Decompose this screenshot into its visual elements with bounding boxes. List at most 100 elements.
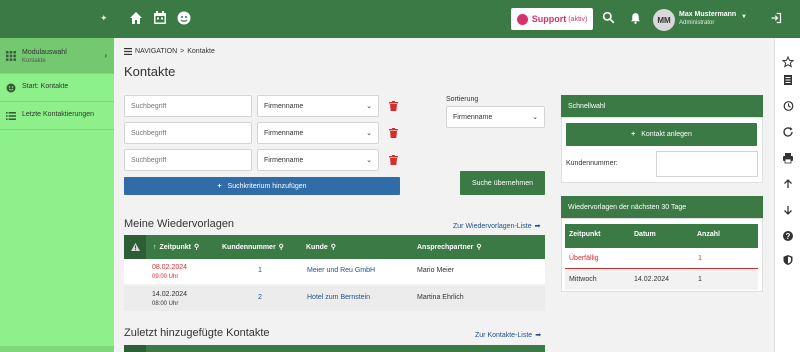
logout-icon[interactable] (770, 12, 782, 24)
zuletzt-warning-column (124, 345, 146, 352)
support-button[interactable]: Support (aktiv) (511, 8, 593, 30)
row-kunde[interactable]: Hotel zum Bernstein (307, 294, 370, 301)
column-kundennummer[interactable]: Kundennummer ⚲ (222, 235, 284, 259)
kundennummer-input[interactable] (656, 151, 758, 177)
row-ansprechpartner: Martina Ehrlich (417, 294, 464, 301)
field-select-value: Firmenname (264, 156, 304, 164)
table-row[interactable]: Mittwoch 14.02.2024 1 (565, 269, 758, 290)
search-icon: ⚲ (330, 244, 336, 251)
support-icon (516, 13, 528, 25)
search-input[interactable] (124, 95, 252, 117)
support-label: Support (531, 14, 567, 24)
document-icon[interactable] (782, 74, 794, 86)
refresh-icon[interactable] (782, 126, 794, 138)
pin-icon[interactable]: ✦ (100, 13, 108, 24)
sort-select[interactable]: Firmenname ⌄ (446, 106, 545, 128)
sidebar-item-modulauswahl[interactable]: Modulauswahl Kontakte › (0, 38, 114, 74)
row-time: 08:00 Uhr (152, 301, 179, 307)
arrow-up-icon[interactable] (782, 178, 794, 190)
column-kunde-label: Kunde (306, 243, 328, 251)
field-select[interactable]: Firmenname ⌄ (257, 149, 379, 171)
star-icon[interactable] (782, 56, 794, 68)
history-icon[interactable] (782, 100, 794, 112)
sidebar-item-letzte-kontaktierungen[interactable]: Letzte Kontaktierungen (0, 102, 114, 130)
add-criterion-button[interactable]: + Suchkriterium hinzufügen (124, 177, 400, 195)
chevron-right-icon: › (104, 51, 107, 60)
smiley-icon[interactable] (176, 10, 192, 26)
wv30-row-zeitpunkt: Mittwoch (569, 276, 597, 283)
column-kunde[interactable]: Kunde ⚲ (306, 235, 336, 259)
user-role: Administrator (679, 20, 715, 26)
plus-icon: + (217, 182, 222, 190)
plus-icon: + (631, 131, 636, 138)
search-input[interactable] (124, 149, 252, 171)
arrow-right-icon: ➡ (535, 332, 542, 339)
wiedervorlagen-title: Meine Wiedervorlagen (124, 218, 235, 230)
row-kunde[interactable]: Meier und Reu GmbH (307, 267, 375, 274)
print-icon[interactable] (782, 152, 794, 164)
kontakte-list-link-label: Zur Kontakte-Liste (475, 331, 533, 339)
wv30-col-datum: Datum (634, 231, 656, 238)
right-toolbar: ? (774, 38, 800, 352)
sidebar-module-sub: Kontakte (22, 58, 46, 64)
sidebar-footer (0, 346, 114, 352)
avatar[interactable]: MM (653, 9, 675, 31)
wv30-header: Wiedervorlagen der nächsten 30 Tage (561, 196, 763, 218)
calendar-icon[interactable] (152, 10, 168, 26)
column-kundennummer-label: Kundennummer (222, 243, 276, 251)
row-ansprechpartner: Mario Meier (417, 267, 454, 274)
delete-icon[interactable] (389, 101, 398, 111)
support-status: (aktiv) (568, 15, 588, 23)
arrow-down-icon[interactable] (782, 204, 794, 216)
delete-icon[interactable] (389, 128, 398, 138)
create-contact-button[interactable]: + Kontakt anlegen (566, 123, 757, 146)
row-kundennummer[interactable]: 2 (258, 294, 262, 301)
sort-up-icon: ↑ (153, 243, 157, 251)
home-icon[interactable] (128, 10, 144, 26)
top-bar: ✦ Support (aktiv) MM Max Mustermann Admi… (0, 0, 800, 38)
search-icon: ⚲ (194, 244, 200, 251)
table-row[interactable]: 14.02.2024 08:00 Uhr 2 Hotel zum Bernste… (124, 286, 545, 311)
page-title: Kontakte (124, 64, 176, 79)
create-contact-label: Kontakt anlegen (641, 131, 692, 138)
wv30-row-zeitpunkt: Überfällig (569, 255, 599, 262)
bell-icon[interactable] (629, 11, 642, 25)
breadcrumb-navigation[interactable]: NAVIGATION (135, 48, 177, 55)
wiedervorlagen-link[interactable]: Zur Wiedervorlagen-Liste ➡ (453, 222, 541, 231)
schnellwahl-header: Schnellwahl (561, 95, 763, 117)
table-row[interactable]: Überfällig 1 (565, 248, 758, 269)
shield-icon[interactable] (782, 254, 794, 266)
menu-icon[interactable] (124, 48, 132, 55)
user-menu-caret-icon[interactable]: ▼ (741, 14, 747, 20)
field-select-value: Firmenname (264, 102, 304, 110)
apply-search-button[interactable]: Suche übernehmen (460, 171, 545, 195)
grid-icon (6, 51, 16, 61)
search-icon: ⚲ (476, 244, 482, 251)
user-name[interactable]: Max Mustermann (679, 11, 736, 18)
warning-column (124, 235, 146, 259)
field-select[interactable]: Firmenname ⌄ (257, 122, 379, 144)
field-select[interactable]: Firmenname ⌄ (257, 95, 379, 117)
sort-select-value: Firmenname (453, 113, 493, 121)
wv30-row-anzahl: 1 (698, 255, 702, 262)
row-date: 08.02.2024 (152, 264, 188, 271)
wv30-row-anzahl: 1 (698, 276, 702, 283)
search-input[interactable] (124, 122, 252, 144)
row-kundennummer[interactable]: 1 (258, 267, 262, 274)
zuletzt-table-header (124, 345, 545, 352)
breadcrumb-separator: > (180, 48, 185, 55)
help-icon[interactable]: ? (782, 230, 794, 242)
table-row[interactable]: 08.02.2024 09:00 Uhr 1 Meier und Reu Gmb… (124, 259, 545, 284)
arrow-right-icon: ➡ (534, 223, 541, 230)
column-ansprechpartner[interactable]: Ansprechpartner ⚲ (417, 235, 482, 259)
wv30-col-anzahl: Anzahl (697, 231, 720, 238)
column-zeitpunkt[interactable]: ↑ Zeitpunkt ⚲ (153, 235, 199, 259)
row-date: 14.02.2024 (152, 291, 188, 298)
sidebar: Modulauswahl Kontakte › Start: Kontakte … (0, 38, 114, 352)
sidebar-item-start[interactable]: Start: Kontakte (0, 74, 114, 102)
delete-icon[interactable] (389, 155, 398, 165)
field-select-value: Firmenname (264, 129, 304, 137)
search-icon[interactable] (602, 11, 615, 24)
kontakte-list-link[interactable]: Zur Kontakte-Liste ➡ (475, 331, 542, 340)
column-ansprechpartner-label: Ansprechpartner (417, 243, 474, 251)
